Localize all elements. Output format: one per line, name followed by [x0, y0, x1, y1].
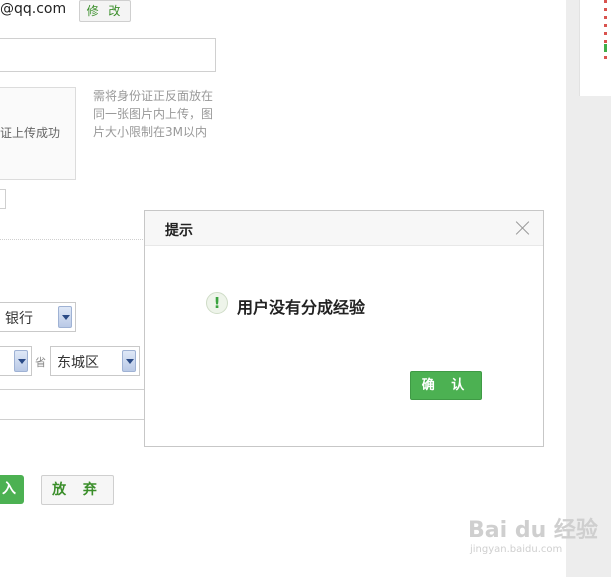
address-input-top-border[interactable] [0, 389, 145, 390]
dialog-title: 提示 [165, 223, 193, 239]
chevron-down-icon [58, 306, 72, 328]
text-input[interactable] [0, 38, 216, 72]
small-input[interactable] [0, 189, 6, 209]
chevron-down-icon [122, 350, 136, 372]
province-select[interactable] [0, 346, 32, 376]
email-text: @qq.com [0, 1, 67, 17]
submit-button[interactable]: 入 [0, 475, 24, 504]
province-suffix: 省 [35, 356, 46, 369]
confirm-button[interactable]: 确 认 [410, 371, 482, 400]
bank-select[interactable]: 银行 [0, 302, 76, 332]
baidu-watermark-logo: Bai du 经验 jingyan.baidu.com [468, 512, 598, 555]
abandon-button[interactable]: 放 弃 [41, 475, 114, 505]
close-icon[interactable] [515, 220, 531, 236]
edit-email-button[interactable]: 修 改 [79, 0, 131, 22]
bank-select-value: 银行 [5, 311, 33, 327]
district-select[interactable]: 东城区 [50, 346, 140, 376]
upload-status-text: 证上传成功 [0, 126, 61, 140]
dialog-message: 用户没有分成经验 [237, 298, 366, 317]
district-select-value: 东城区 [57, 355, 99, 371]
chevron-down-icon [14, 350, 28, 372]
alert-dialog: 提示 ! 用户没有分成经验 确 认 [144, 210, 544, 447]
side-green-marker [604, 44, 607, 52]
dialog-header: 提示 [145, 211, 543, 246]
exclamation-icon: ! [206, 292, 228, 314]
address-input-bottom-border [0, 419, 145, 420]
upload-hint-text: 需将身份证正反面放在同一张图片内上传，图片大小限制在3M以内 [93, 89, 214, 139]
section-divider [0, 239, 145, 240]
watermark-brand: Bai du 经验 [468, 518, 598, 543]
watermark-url: jingyan.baidu.com [470, 544, 563, 555]
